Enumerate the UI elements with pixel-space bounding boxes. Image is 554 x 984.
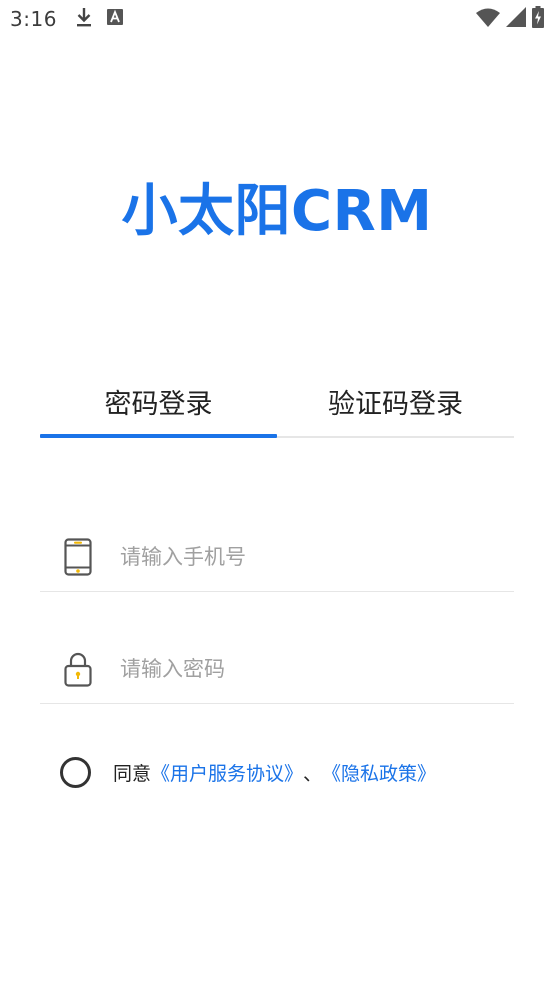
login-tabs: 密码登录 验证码登录 — [40, 372, 514, 438]
agreement-radio[interactable] — [60, 756, 91, 788]
status-left-icons — [75, 7, 123, 31]
tab-label: 密码登录 — [104, 389, 213, 420]
tab-label: 验证码登录 — [328, 389, 463, 420]
wifi-icon — [476, 7, 500, 31]
battery-icon — [532, 6, 544, 32]
status-right-icons — [476, 6, 544, 32]
status-bar: 3:16 — [0, 0, 554, 38]
agreement-row: 同意 《用户服务协议》 、 《隐私政策》 — [60, 754, 436, 790]
phone-field — [40, 522, 514, 592]
agreement-prefix: 同意 — [113, 762, 152, 785]
terms-of-service-link[interactable]: 《用户服务协议》 — [151, 759, 303, 786]
tab-password-login[interactable]: 密码登录 — [40, 372, 277, 438]
phone-icon — [62, 537, 94, 577]
privacy-policy-link[interactable]: 《隐私政策》 — [322, 759, 436, 786]
password-field — [40, 634, 514, 704]
password-input[interactable] — [120, 656, 480, 681]
tab-sms-code-login[interactable]: 验证码登录 — [277, 372, 514, 436]
app-title: 小太阳CRM — [121, 179, 433, 244]
status-time: 3:16 — [10, 7, 57, 31]
phone-input[interactable] — [120, 544, 480, 569]
login-screen: 3:16 小太阳CRM 密码登录 验证码登录 请输入手机号 同意 《用户服务协议… — [0, 0, 554, 984]
keyboard-a-icon — [106, 9, 123, 29]
download-icon — [75, 7, 93, 31]
signal-icon — [506, 7, 526, 31]
agreement-separator: 、 — [303, 762, 323, 785]
lock-icon — [62, 649, 94, 689]
